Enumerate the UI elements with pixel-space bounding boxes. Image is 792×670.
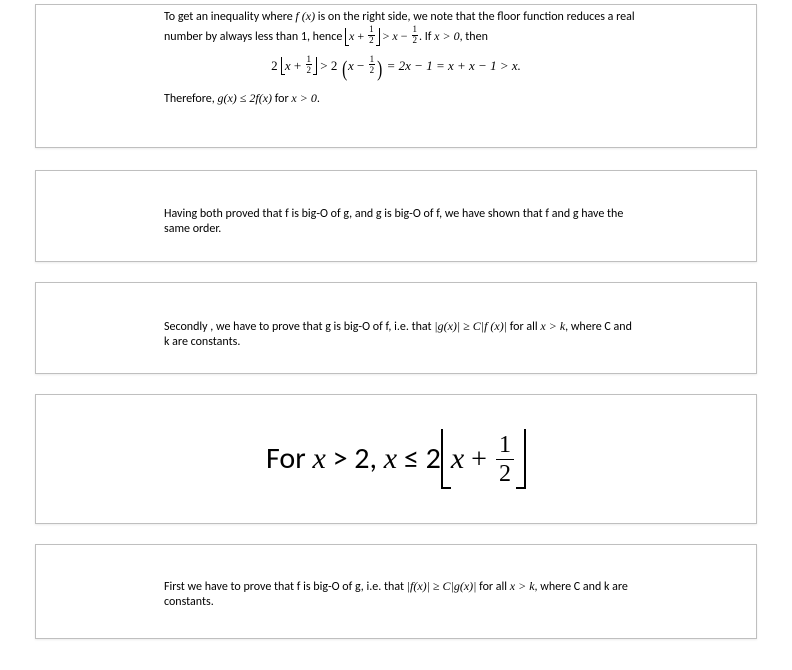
absg: |g(x)| — [434, 319, 460, 333]
t: for all — [507, 320, 540, 334]
big-inequality: For x > 2, x ≤ 2x + 12 — [266, 429, 526, 489]
absfx: |f(x)| — [407, 579, 430, 593]
dot: . — [317, 92, 320, 106]
cabsf: C|f (x)| — [473, 319, 507, 333]
t: for — [272, 92, 291, 106]
t: for all — [476, 580, 509, 594]
lfloor-icon — [441, 429, 451, 489]
minus: − — [398, 29, 411, 43]
rfloor-icon — [376, 28, 380, 46]
xgtk: x > k — [510, 579, 535, 593]
ineq: g(x) ≤ 2f(x) — [217, 91, 272, 105]
t: . If — [419, 30, 434, 44]
t: , then — [460, 30, 488, 44]
plus: + — [464, 444, 494, 475]
chain: = 2x − 1 = x + x − 1 > x. — [387, 57, 521, 72]
lfloor-icon — [281, 57, 285, 75]
card2-text: Having both proved that f is big-O of g,… — [54, 207, 738, 238]
two: 2 — [331, 57, 338, 72]
x: x — [451, 442, 464, 475]
x: x — [312, 442, 325, 475]
lfloor-icon — [345, 28, 349, 46]
half: 12 — [412, 25, 419, 45]
rfloor-icon — [313, 57, 317, 75]
fx: f (x) — [295, 9, 315, 23]
plus: + — [291, 57, 305, 72]
gt: > — [380, 29, 393, 43]
xgt0: x > 0 — [291, 91, 316, 105]
rfloor-icon — [516, 429, 526, 489]
cabsg: C|g(x)| — [443, 579, 477, 593]
card3-text: Secondly , we have to prove that g is bi… — [54, 319, 738, 351]
ge: ≥ — [460, 319, 473, 333]
t: ≤ 2 — [397, 440, 441, 477]
card5-text: First we have to prove that f is big-O o… — [54, 579, 738, 611]
card1-equation: 2 x + 12 > 2 (x − 12) = 2x − 1 = x + x −… — [54, 50, 738, 87]
t: First we have to prove that f is big-O o… — [164, 580, 407, 594]
page: To get an inequality where f (x) is on t… — [0, 0, 792, 670]
proof-card-3: Secondly , we have to prove that g is bi… — [35, 282, 757, 374]
half: 12 — [368, 25, 375, 45]
proof-card-4: For x > 2, x ≤ 2x + 12 — [35, 394, 757, 524]
card1-therefore: Therefore, g(x) ≤ 2f(x) for x > 0. — [54, 91, 738, 107]
proof-card-1: To get an inequality where f (x) is on t… — [35, 4, 757, 148]
t: To get an inequality where — [164, 10, 295, 24]
proof-card-5: First we have to prove that f is big-O o… — [35, 544, 757, 639]
rparen-icon: ) — [377, 50, 382, 87]
lparen-icon: ( — [342, 50, 347, 87]
gt: > — [320, 57, 331, 72]
xgt0: x > 0 — [434, 29, 459, 43]
two: 2 — [271, 57, 278, 72]
half-big: 12 — [496, 433, 514, 486]
minus: − — [354, 57, 368, 72]
t: For — [266, 440, 312, 477]
half: 12 — [306, 55, 313, 75]
t: > 2, — [326, 440, 384, 477]
card1-paragraph: To get an inequality where f (x) is on t… — [54, 9, 738, 46]
x: x — [384, 442, 397, 475]
xgtk: x > k — [540, 319, 565, 333]
t: Secondly , we have to prove that g is bi… — [164, 320, 434, 334]
plus: + — [354, 29, 367, 43]
proof-card-2: Having both proved that f is big-O of g,… — [35, 170, 757, 262]
ge: ≥ — [430, 579, 443, 593]
t: Therefore, — [164, 92, 217, 106]
half: 12 — [369, 55, 376, 75]
